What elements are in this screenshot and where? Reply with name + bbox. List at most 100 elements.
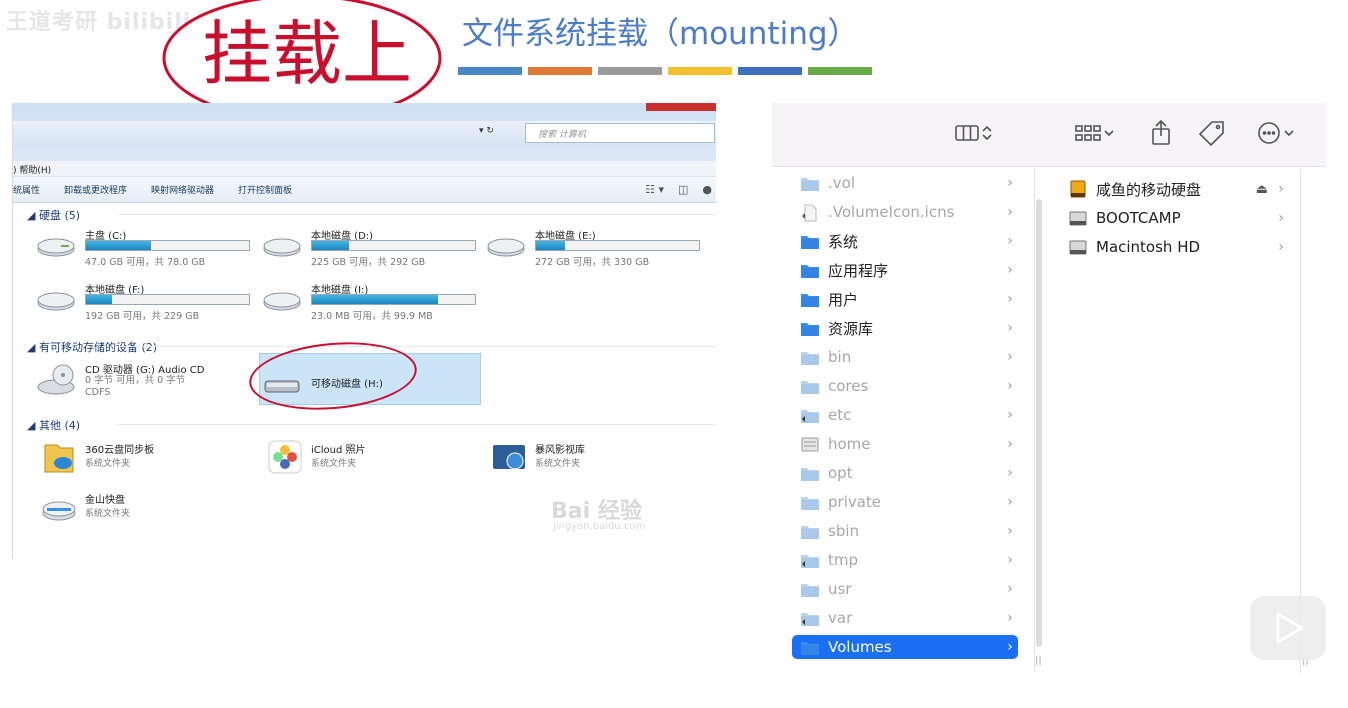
internal-drive-icon xyxy=(1068,209,1088,227)
chevron-right-icon: › xyxy=(1007,349,1013,365)
finder-item-cores[interactable]: cores › xyxy=(792,374,1018,398)
toolbar-map-drive[interactable]: 映射网络驱动器 xyxy=(151,183,214,196)
finder-item-label: tmp xyxy=(828,551,859,569)
chevron-right-icon: › xyxy=(1278,181,1284,197)
folder-icon xyxy=(800,639,820,655)
view-controls: ☷ ▾ ◫ ● xyxy=(645,183,712,196)
drive-i[interactable]: 本地磁盘 (I:) 23.0 MB 可用，共 99.9 MB xyxy=(253,281,476,327)
window-controls[interactable] xyxy=(646,103,716,111)
finder-item-volumes[interactable]: Volumes › xyxy=(792,635,1018,659)
alias-folder-icon xyxy=(800,552,820,568)
chevron-right-icon: › xyxy=(1007,262,1013,278)
drive-info: 23.0 MB 可用，共 99.9 MB xyxy=(311,311,433,322)
chevron-right-icon: › xyxy=(1007,494,1013,510)
finder-item-bin[interactable]: bin › xyxy=(792,345,1018,369)
share-button[interactable] xyxy=(1148,119,1174,147)
view-options-icon[interactable]: ☷ ▾ xyxy=(645,183,664,196)
chevron-right-icon: › xyxy=(1278,239,1284,255)
drive-info: 0 字节 可用，共 0 字节 xyxy=(85,375,186,386)
more-actions-button[interactable] xyxy=(1256,119,1296,147)
server-icon xyxy=(800,436,820,452)
finder-item-usr[interactable]: usr › xyxy=(792,577,1018,601)
finder-item-tmp[interactable]: tmp › xyxy=(792,548,1018,572)
column-resize-handle[interactable]: || xyxy=(1035,655,1042,666)
drive-info: 47.0 GB 可用，共 78.0 GB xyxy=(85,257,206,268)
folder-type: 系统文件夹 xyxy=(535,459,581,469)
finder-item-label: .vol xyxy=(828,174,855,192)
column-scrollbar[interactable] xyxy=(1036,199,1042,647)
finder-item-应用程序[interactable]: 应用程序 › xyxy=(792,258,1018,282)
root-column: .vol › .VolumeIcon.icns › 系统 › 应用程序 › 用户 › 资源库 › bin… xyxy=(792,169,1032,669)
folder-type: 系统文件夹 xyxy=(85,459,131,469)
color-bar xyxy=(808,67,872,75)
finder-item-opt[interactable]: opt › xyxy=(792,461,1018,485)
drive-info: 272 GB 可用，共 330 GB xyxy=(535,257,650,268)
finder-item-dot-vol[interactable]: .vol › xyxy=(792,171,1018,195)
cd-drive-g[interactable]: CD 驱动器 (G:) Audio CD 0 字节 可用，共 0 字节 CDFS xyxy=(27,361,247,407)
group-button[interactable] xyxy=(1074,119,1116,147)
group-removable[interactable]: ◢ 有可移动存储的设备 (2) xyxy=(27,339,716,355)
mac-finder-screenshot: .vol › .VolumeIcon.icns › 系统 › 应用程序 › 用户 › 资源库 › bin… xyxy=(772,103,1326,673)
toolbar-control-panel[interactable]: 打开控制面板 xyxy=(238,183,292,196)
finder-item-label: .VolumeIcon.icns xyxy=(828,203,955,221)
preview-pane-icon[interactable]: ◫ xyxy=(678,183,688,196)
finder-item-系统[interactable]: 系统 › xyxy=(792,229,1018,253)
finder-item-用户[interactable]: 用户 › xyxy=(792,287,1018,311)
view-column-button[interactable] xyxy=(954,119,994,147)
capacity-bar xyxy=(85,294,250,305)
folder-name: 360云盘同步板 xyxy=(85,445,155,456)
search-input[interactable]: 搜索 计算机 xyxy=(525,123,715,143)
folder-icloud-photos[interactable]: iCloud 照片 系统文件夹 xyxy=(253,439,473,483)
chevron-right-icon: › xyxy=(1007,581,1013,597)
video-play-button[interactable] xyxy=(1250,596,1326,660)
toolbar-properties[interactable]: 统属性 xyxy=(13,183,40,196)
finder-item-private[interactable]: private › xyxy=(792,490,1018,514)
drive-e[interactable]: 本地磁盘 (E:) 272 GB 可用，共 330 GB xyxy=(477,227,700,273)
group-other[interactable]: ◢ 其他 (4) xyxy=(27,417,716,433)
capacity-bar xyxy=(535,240,700,251)
finder-item-资源库[interactable]: 资源库 › xyxy=(792,316,1018,340)
finder-item-dot-volumeicon-icns[interactable]: .VolumeIcon.icns › xyxy=(792,200,1018,224)
external-drive-icon xyxy=(1068,180,1088,198)
volume-item[interactable]: BOOTCAMP › xyxy=(1068,206,1288,230)
folder-icon xyxy=(800,262,820,278)
folder-icon xyxy=(800,378,820,394)
menu-bar: ) 帮助(H) xyxy=(13,161,716,177)
volume-item[interactable]: Macintosh HD › xyxy=(1068,235,1288,259)
capacity-bar xyxy=(311,240,476,251)
finder-item-etc[interactable]: etc › xyxy=(792,403,1018,427)
eject-icon[interactable]: ⏏ xyxy=(1256,182,1268,197)
refresh-icon[interactable]: ▾ ↻ xyxy=(479,126,494,136)
help-icon[interactable]: ● xyxy=(702,183,712,196)
menu-help[interactable]: ) 帮助(H) xyxy=(13,166,51,176)
toolbar-uninstall[interactable]: 卸载或更改程序 xyxy=(64,183,127,196)
volume-item[interactable]: 咸鱼的移动硬盘 ⏏ › xyxy=(1068,177,1288,201)
chevron-right-icon: › xyxy=(1007,552,1013,568)
volume-label: Macintosh HD xyxy=(1096,238,1201,256)
share-icon xyxy=(1152,119,1170,145)
network-drive-icon xyxy=(42,501,76,521)
finder-item-label: var xyxy=(828,609,853,627)
column-divider xyxy=(1034,169,1035,673)
folder-icon xyxy=(800,523,820,539)
drive-d[interactable]: 本地磁盘 (D:) 225 GB 可用，共 292 GB xyxy=(253,227,476,273)
folder-baofeng[interactable]: 暴风影视库 系统文件夹 xyxy=(477,439,697,483)
drive-c[interactable]: 主盘 (C:) 47.0 GB 可用，共 78.0 GB xyxy=(27,227,250,273)
finder-item-home[interactable]: home › xyxy=(792,432,1018,456)
chevron-right-icon: › xyxy=(1007,465,1013,481)
finder-item-var[interactable]: var › xyxy=(792,606,1018,630)
tag-button[interactable] xyxy=(1198,119,1226,147)
hard-drive-icon xyxy=(263,238,301,257)
drive-f[interactable]: 本地磁盘 (F:) 192 GB 可用，共 229 GB xyxy=(27,281,250,327)
group-hard-disks[interactable]: ◢ 硬盘 (5) xyxy=(27,207,716,223)
ellipsis-circle-icon xyxy=(1258,122,1280,144)
folder-type: 系统文件夹 xyxy=(311,459,357,469)
explorer-content: ◢ 硬盘 (5) 主盘 (C:) 47.0 GB 可用，共 78.0 GB 本地… xyxy=(13,203,716,559)
capacity-bar xyxy=(85,240,250,251)
folder-kuaipan[interactable]: 金山快盘 系统文件夹 xyxy=(27,489,247,533)
finder-item-sbin[interactable]: sbin › xyxy=(792,519,1018,543)
folder-name: 暴风影视库 xyxy=(535,445,585,456)
chevron-right-icon: › xyxy=(1007,436,1013,452)
capacity-fill xyxy=(536,241,566,250)
folder-360[interactable]: 360云盘同步板 系统文件夹 xyxy=(27,439,247,483)
